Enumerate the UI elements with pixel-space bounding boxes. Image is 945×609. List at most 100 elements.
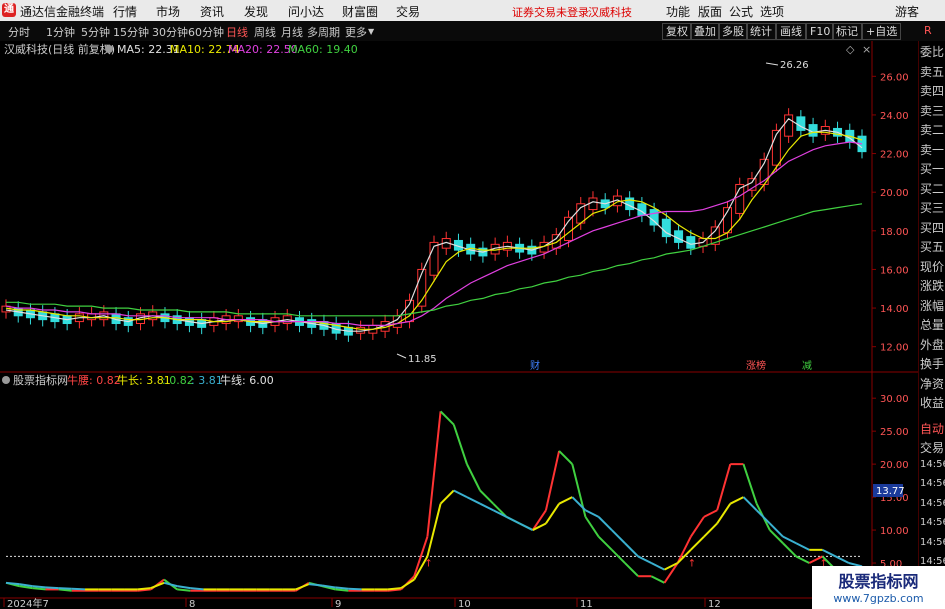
quote-panel-item[interactable]: 卖四 [920, 82, 945, 99]
tf-monthly[interactable]: 月线 [281, 24, 303, 40]
quote-panel-item[interactable]: 14:56 [920, 459, 945, 470]
tf-30min[interactable]: 30分钟 [152, 24, 188, 40]
event-top-gainers[interactable]: 涨榜 [746, 359, 766, 372]
indicator-header: 股票指标网 牛腰: 0.82 牛长: 3.81 : 0.82 : 3.81 牛线… [2, 373, 274, 387]
multi-stock-button[interactable]: 多股 [718, 23, 748, 40]
quote-panel-item[interactable]: 14:56 [920, 517, 945, 528]
price-tick-label: 14.00 [880, 304, 909, 315]
settings-gear-icon[interactable] [105, 45, 113, 53]
signal-marker-icon: ↑ [424, 558, 432, 569]
tf-15min[interactable]: 15分钟 [113, 24, 149, 40]
f10-button[interactable]: F10 [806, 23, 835, 40]
indicator-label-3: : 0.82 [162, 374, 194, 387]
high-price-label: 26.26 [780, 60, 809, 71]
adjust-button[interactable]: 复权 [662, 23, 692, 40]
indicator-fast-segment [335, 588, 349, 592]
add-favorite-button[interactable]: +自选 [862, 23, 902, 40]
quote-panel-item[interactable]: 换手 [920, 355, 945, 372]
watermark: 股票指标网 www.7gpzb.com [812, 566, 945, 609]
menu-layout[interactable]: 版面 [698, 3, 722, 20]
quote-panel-item[interactable]: 总量 [920, 316, 945, 333]
indicator-slow-segment [137, 587, 151, 591]
quote-panel-item[interactable]: 14:56 [920, 498, 945, 509]
quote-panel-item[interactable]: 交易 [920, 439, 945, 456]
tf-more[interactable]: 更多 [345, 24, 367, 40]
more-chevron-icon[interactable]: ▼ [368, 27, 374, 36]
menu-news[interactable]: 资讯 [200, 3, 224, 20]
indicator-slow-segment [190, 587, 204, 591]
indicator-gear-icon[interactable] [2, 376, 10, 384]
tf-5min[interactable]: 5分钟 [81, 24, 110, 40]
candle-body[interactable] [649, 209, 659, 226]
tf-multi[interactable]: 多周期 [307, 24, 340, 40]
event-reduce[interactable]: 减 [802, 360, 812, 372]
stock-name-header: 汉威科技 [588, 6, 632, 19]
diamond-icon[interactable]: ◇ [846, 43, 855, 56]
quote-panel-item[interactable]: 买五 [920, 238, 945, 255]
signal-marker-icon: ↑ [688, 558, 696, 569]
quote-panel-item[interactable]: 14:56 [920, 537, 945, 548]
tf-60min[interactable]: 60分钟 [188, 24, 224, 40]
quote-panel-item[interactable]: 卖一 [920, 141, 945, 158]
tf-weekly[interactable]: 周线 [254, 24, 276, 40]
menu-market[interactable]: 市场 [156, 3, 180, 20]
menu-bar: 通 通达信金融终端 行情 市场 资讯 发现 问小达 财富圈 交易 证券交易未登录… [0, 0, 945, 21]
time-tick-label: 9 [335, 599, 341, 609]
tf-1min[interactable]: 1分钟 [46, 24, 75, 40]
app-logo-icon: 通 [2, 3, 16, 17]
draw-line-button[interactable]: 画线 [776, 23, 806, 40]
indicator-slow-segment [308, 583, 323, 587]
menu-quotes[interactable]: 行情 [113, 3, 137, 20]
chart-background [0, 41, 918, 609]
quote-panel-item[interactable]: 买四 [920, 219, 945, 236]
current-value-text: 13.77 [876, 486, 905, 497]
guest-label[interactable]: 游客 [895, 3, 919, 20]
menu-formula[interactable]: 公式 [729, 3, 753, 20]
quote-panel-item[interactable]: 收益 [920, 394, 945, 411]
indicator-slow-segment [5, 581, 20, 586]
price-tick-label: 20.00 [880, 188, 909, 199]
low-price-label: 11.85 [408, 354, 437, 365]
event-financial[interactable]: 财 [530, 359, 540, 372]
stats-button[interactable]: 统计 [746, 23, 776, 40]
candle-body[interactable] [551, 234, 561, 249]
quote-panel-item[interactable]: 外盘 [920, 336, 945, 353]
quote-panel-item[interactable]: 卖三 [920, 102, 945, 119]
quote-panel-item[interactable]: 自动 [920, 420, 945, 437]
chart-area[interactable]: 汉威科技(日线 前复权) MA5: 22.31 MA10: 22.74 MA20… [0, 41, 918, 609]
indicator-slow-segment [32, 585, 46, 589]
indicator-tick-label: 25.00 [880, 427, 909, 438]
watermark-title: 股票指标网 [838, 572, 919, 591]
menu-ask[interactable]: 问小达 [288, 3, 324, 20]
quote-panel-item[interactable]: 净资 [920, 375, 945, 392]
time-tick-label: 8 [189, 599, 195, 609]
quote-panel-item[interactable]: 买三 [920, 199, 945, 216]
quote-panel-item[interactable]: 卖二 [920, 121, 945, 138]
menu-options[interactable]: 选项 [760, 3, 784, 20]
quote-panel-item[interactable]: 委比 [920, 43, 945, 60]
menu-wealth[interactable]: 财富圈 [342, 3, 378, 20]
quote-panel-item[interactable]: 涨幅 [920, 297, 945, 314]
timeframe-bar: 分时 1分钟 5分钟 15分钟 30分钟 60分钟 日线 周线 月线 多周期 更… [0, 21, 945, 42]
mark-button[interactable]: 标记 [832, 23, 862, 40]
overlay-button[interactable]: 叠加 [690, 23, 720, 40]
quote-panel-item[interactable]: 14:56 [920, 478, 945, 489]
candle-body[interactable] [233, 315, 243, 323]
quote-panel-item[interactable]: 买二 [920, 180, 945, 197]
quote-panel-item[interactable]: 涨跌 [920, 277, 945, 294]
price-tick-label: 22.00 [880, 150, 909, 161]
indicator-tick-label: 10.00 [880, 526, 909, 537]
price-tick-label: 12.00 [880, 343, 909, 354]
menu-trade[interactable]: 交易 [396, 3, 420, 20]
indicator-slow-segment [45, 586, 59, 590]
close-icon[interactable]: × [862, 43, 871, 56]
menu-function[interactable]: 功能 [666, 3, 690, 20]
quote-panel-item[interactable]: 现价 [920, 258, 945, 275]
price-tick-label: 16.00 [880, 265, 909, 276]
price-tick-label: 24.00 [880, 111, 909, 122]
quote-panel-item[interactable]: 卖五 [920, 63, 945, 80]
tf-intraday[interactable]: 分时 [8, 24, 30, 40]
menu-discover[interactable]: 发现 [244, 3, 268, 20]
quote-panel-item[interactable]: 买一 [920, 160, 945, 177]
tf-daily[interactable]: 日线 [226, 24, 248, 40]
